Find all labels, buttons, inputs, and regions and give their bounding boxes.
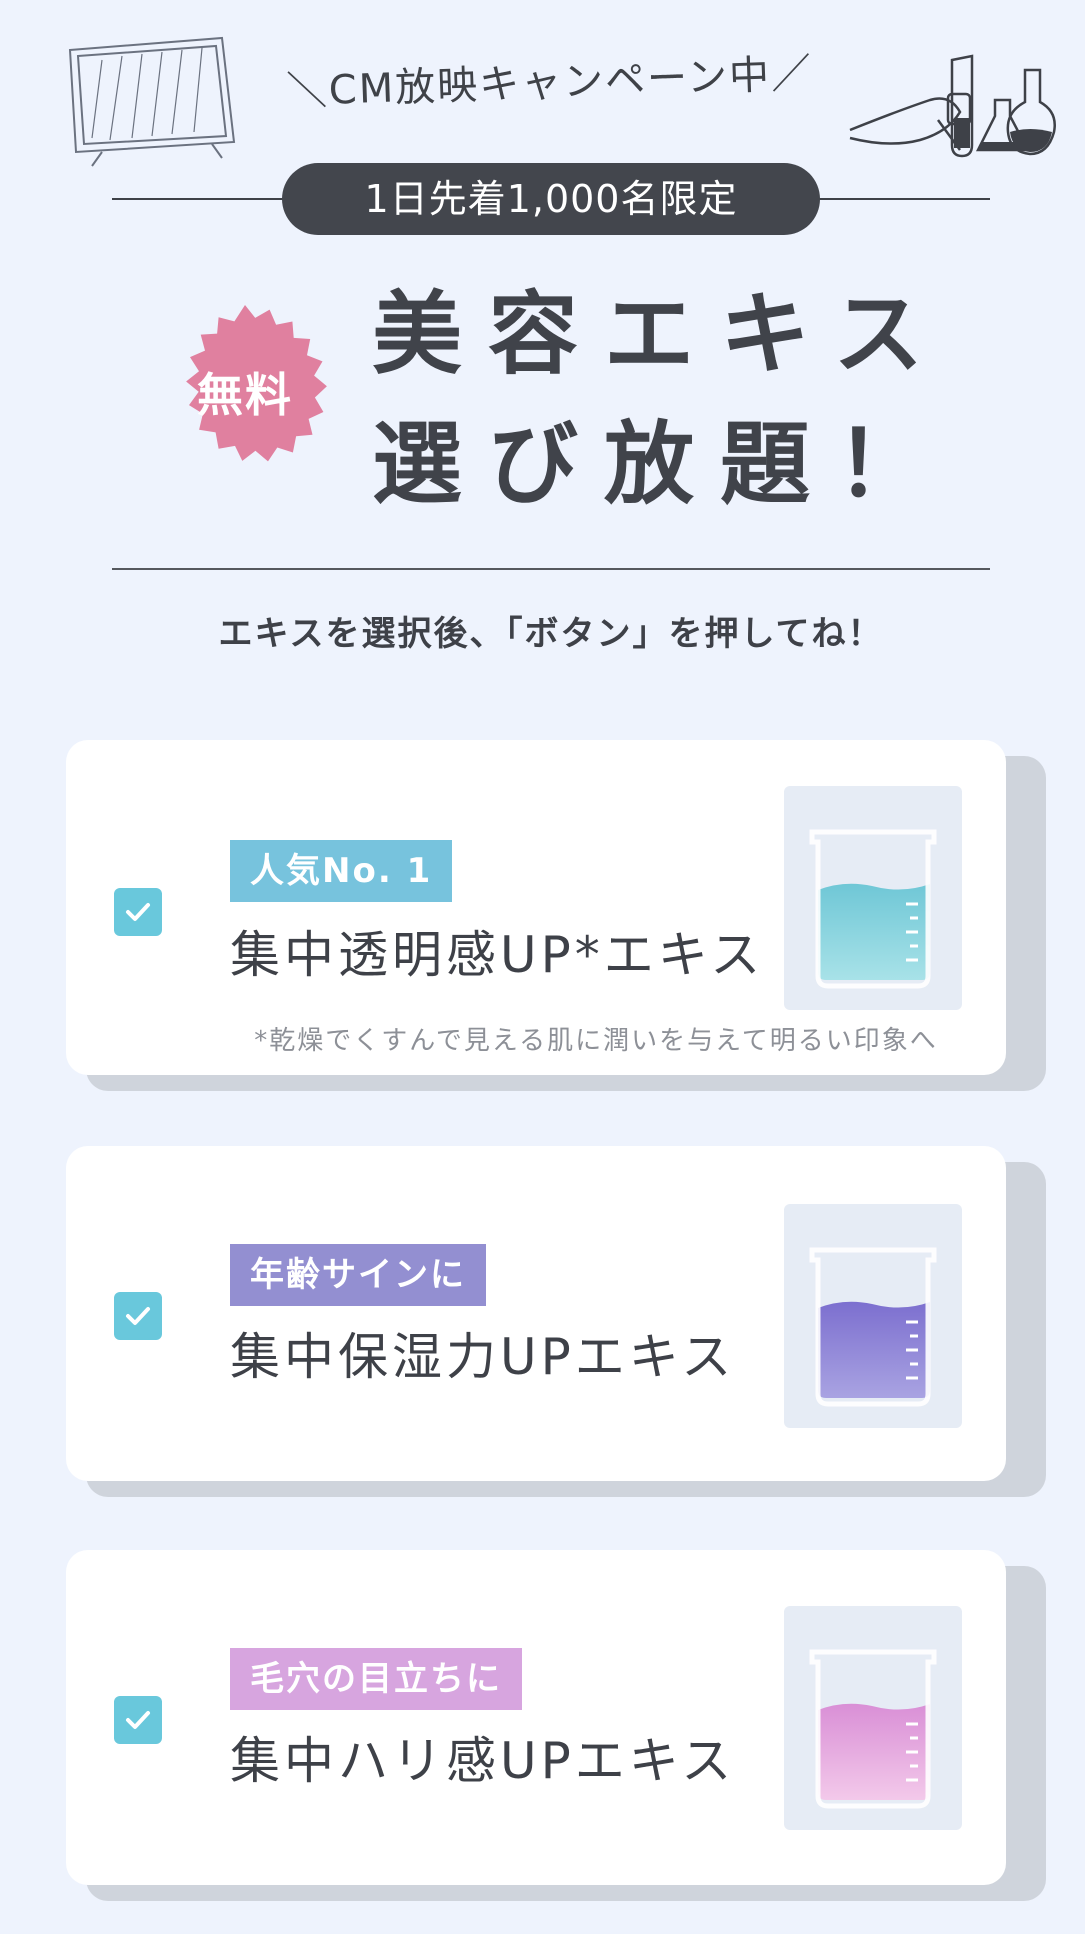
tag-moisture: 年齢サインに	[230, 1244, 486, 1306]
free-badge-label: 無料	[197, 368, 293, 422]
lab-flask-illustration-icon	[849, 54, 1056, 158]
instruction-text: エキスを選択後、「ボタン」を押してね！	[218, 614, 884, 654]
tv-illustration-icon	[68, 36, 236, 167]
check-icon	[126, 1307, 150, 1325]
beaker-icon	[809, 829, 937, 989]
beaker-icon	[809, 1247, 937, 1407]
campaign-heading: ＼CM放映キャンペーン中／	[286, 50, 814, 116]
checkbox-clarity[interactable]	[114, 888, 162, 936]
extract-name-moisture: 集中保湿力UPエキス	[230, 1328, 736, 1386]
headline-line-1: 美容エキス	[372, 282, 950, 387]
beaker-thumbnail	[784, 1204, 962, 1428]
checkbox-firmness[interactable]	[114, 1696, 162, 1744]
extract-name-clarity: 集中透明感UP*エキス	[230, 926, 765, 984]
beaker-icon	[809, 1649, 937, 1809]
extract-name-firmness: 集中ハリ感UPエキス	[230, 1732, 736, 1790]
extract-card-moisture[interactable]: 年齢サインに 集中保湿力UPエキス	[66, 1146, 1006, 1481]
tag-clarity: 人気No. 1	[230, 840, 453, 902]
beaker-thumbnail	[784, 786, 962, 1010]
extract-note-clarity: *乾燥でくすんで見える肌に潤いを与えて明るい印象へ	[254, 1026, 938, 1056]
headline-line-2: 選び放題！	[372, 412, 952, 517]
checkbox-moisture[interactable]	[114, 1292, 162, 1340]
check-icon	[126, 1711, 150, 1729]
limit-pill: 1日先着1,000名限定	[282, 163, 820, 235]
check-icon	[126, 903, 150, 921]
extract-card-clarity[interactable]: 人気No. 1 集中透明感UP*エキス *乾燥でくすんで見える肌に潤いを与えて明…	[66, 740, 1006, 1075]
tag-firmness: 毛穴の目立ちに	[230, 1648, 522, 1710]
beaker-thumbnail	[784, 1606, 962, 1830]
section-divider	[112, 568, 990, 570]
extract-card-firmness[interactable]: 毛穴の目立ちに 集中ハリ感UPエキス	[66, 1550, 1006, 1885]
